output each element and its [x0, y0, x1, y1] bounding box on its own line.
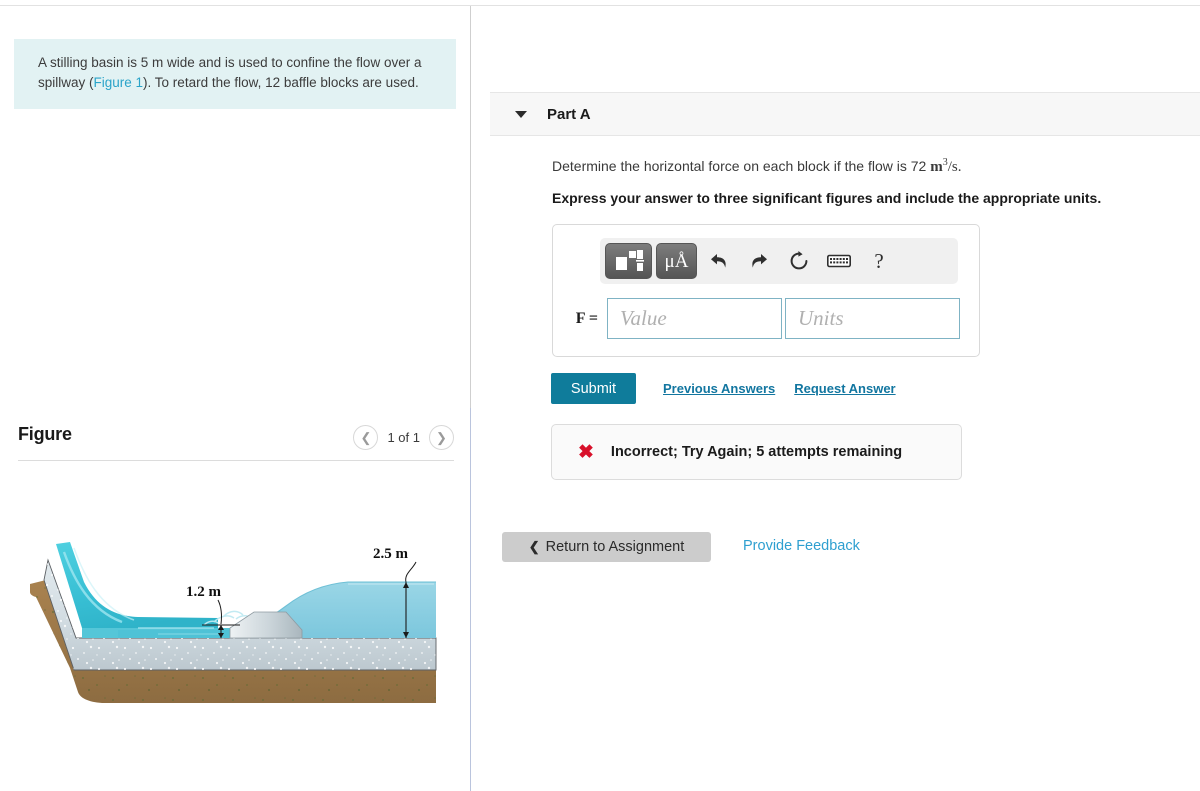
figure-counter: 1 of 1 [387, 430, 420, 445]
previous-answers-link[interactable]: Previous Answers [663, 381, 775, 396]
math-template-icon[interactable] [605, 243, 652, 279]
undo-icon[interactable] [701, 243, 737, 279]
figure-panel-title: Figure [18, 424, 72, 444]
submit-button[interactable]: Submit [551, 373, 636, 404]
figure-pagination: ❮ 1 of 1 ❯ [353, 425, 454, 450]
units-placeholder: Units [798, 306, 844, 330]
action-row: Submit Previous Answers Request Answer [551, 373, 896, 404]
unit-base: m [930, 159, 943, 175]
caret-down-icon[interactable] [515, 110, 527, 118]
error-x-icon: ✖ [578, 441, 594, 463]
value-input[interactable]: Value [607, 298, 782, 339]
question-unit: m3/s. [930, 157, 962, 175]
question-prefix: Determine the horizontal force on each b… [552, 158, 931, 174]
unit-suffix: /s. [947, 159, 962, 175]
math-toolbar: μÅ ? [600, 238, 958, 284]
feedback-message: Incorrect; Try Again; 5 attempts remaini… [610, 444, 903, 460]
provide-feedback-link[interactable]: Provide Feedback [743, 538, 860, 554]
part-a-header[interactable]: Part A [490, 92, 1200, 136]
mu-angstrom-glyph: μÅ [664, 250, 689, 272]
dimension-label-1-2m: 1.2 m [186, 584, 222, 600]
question-mark-glyph: ? [874, 248, 884, 273]
spillway-diagram: 1.2 m 2.5 m [18, 518, 454, 738]
problem-text-after: ). To retard the flow, 12 baffle blocks … [143, 75, 419, 90]
figure-header: Figure ❮ 1 of 1 ❯ [18, 424, 454, 456]
help-icon[interactable]: ? [861, 243, 897, 279]
value-placeholder: Value [620, 306, 667, 330]
request-answer-link[interactable]: Request Answer [794, 381, 895, 396]
part-a-title: Part A [547, 105, 591, 123]
problem-statement: A stilling basin is 5 m wide and is used… [14, 39, 456, 109]
redo-icon[interactable] [741, 243, 777, 279]
question-instruction: Express your answer to three significant… [552, 190, 1102, 206]
reset-icon[interactable] [781, 243, 817, 279]
keyboard-icon[interactable] [821, 243, 857, 279]
left-pane: A stilling basin is 5 m wide and is used… [0, 6, 470, 791]
figure-reference-link[interactable]: Figure 1 [94, 75, 144, 90]
chevron-right-icon[interactable]: ❯ [429, 425, 454, 450]
units-input[interactable]: Units [785, 298, 960, 339]
variable-label: F = [575, 309, 598, 327]
answer-field-row: F = Value Units [569, 298, 960, 339]
figure-divider [18, 460, 454, 461]
chevron-left-icon[interactable]: ❮ [353, 425, 379, 450]
question-text: Determine the horizontal force on each b… [552, 157, 961, 176]
chevron-left-icon: ❮ [528, 539, 540, 554]
answer-entry-card: μÅ ? F = Value Units [552, 224, 980, 357]
dimension-label-2-5m: 2.5 m [373, 546, 409, 562]
return-to-assignment-label: Return to Assignment [545, 539, 685, 555]
units-micro-angstrom-icon[interactable]: μÅ [656, 243, 697, 279]
feedback-banner: ✖ Incorrect; Try Again; 5 attempts remai… [551, 424, 962, 480]
return-to-assignment-button[interactable]: ❮ Return to Assignment [502, 532, 711, 562]
